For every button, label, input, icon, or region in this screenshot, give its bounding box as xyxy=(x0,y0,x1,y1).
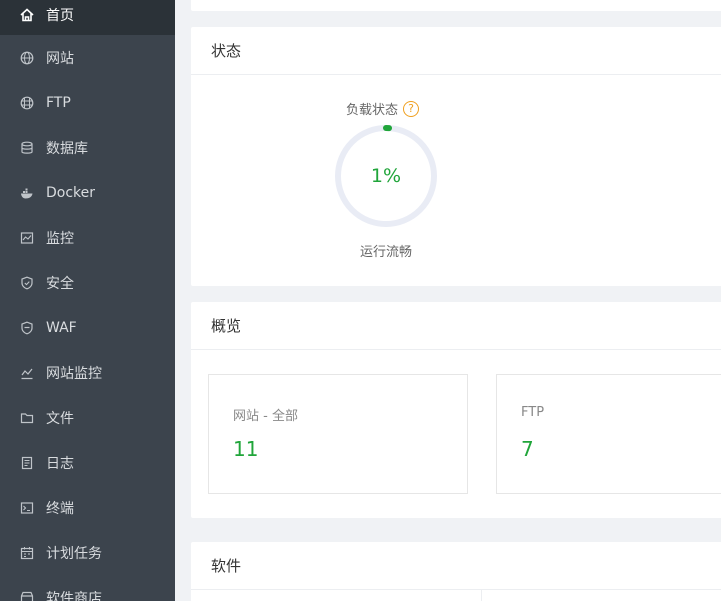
sidebar-item-label: 数据库 xyxy=(46,140,88,157)
sidebar-item-ftp[interactable]: FTP xyxy=(0,80,175,125)
sidebar: 首页 网站 FTP 数据库 Docker 监控 安全 WAF 网站监控 文件 日… xyxy=(0,0,175,601)
store-icon xyxy=(20,591,34,601)
shield-icon xyxy=(20,276,34,290)
sidebar-item-docker[interactable]: Docker xyxy=(0,170,175,215)
monitor-icon xyxy=(20,231,34,245)
terminal-icon xyxy=(20,501,34,515)
load-status-label-text: 负载状态 xyxy=(346,103,399,118)
sidebar-item-label: Docker xyxy=(46,184,96,201)
waf-shield-icon xyxy=(20,321,34,335)
overview-card-title: 概览 xyxy=(191,302,721,350)
overview-box-ftp[interactable]: FTP 7 xyxy=(496,374,721,494)
home-icon xyxy=(20,8,34,22)
overview-box-websites[interactable]: 网站 - 全部 11 xyxy=(208,374,468,494)
overview-box-value[interactable]: 11 xyxy=(233,437,258,461)
sidebar-item-label: 首页 xyxy=(46,8,74,24)
chart-icon xyxy=(20,366,34,380)
top-card xyxy=(191,0,721,11)
sidebar-item-monitor[interactable]: 监控 xyxy=(0,215,175,260)
sidebar-item-site-monitor[interactable]: 网站监控 xyxy=(0,350,175,395)
software-card-title: 软件 xyxy=(191,542,721,590)
globe-icon xyxy=(20,51,34,65)
overview-box-title: FTP xyxy=(521,405,545,420)
sidebar-item-label: 终端 xyxy=(46,500,74,517)
status-card: 状态 负载状态 ? 1% 运行流畅 xyxy=(191,27,721,286)
sidebar-item-files[interactable]: 文件 xyxy=(0,395,175,440)
calendar-icon xyxy=(20,546,34,560)
sidebar-item-terminal[interactable]: 终端 xyxy=(0,485,175,530)
status-card-title: 状态 xyxy=(191,27,721,75)
sidebar-item-label: 计划任务 xyxy=(46,545,102,562)
load-status-label: 负载状态 ? xyxy=(346,99,420,118)
folder-icon xyxy=(20,411,34,425)
load-value: 1% xyxy=(370,165,402,187)
software-card: 软件 xyxy=(191,542,721,601)
overview-box-value[interactable]: 7 xyxy=(521,437,534,461)
sidebar-item-logs[interactable]: 日志 xyxy=(0,440,175,485)
software-divider xyxy=(481,590,482,601)
sidebar-item-home[interactable]: 首页 xyxy=(0,0,175,35)
database-icon xyxy=(20,141,34,155)
sidebar-item-security[interactable]: 安全 xyxy=(0,260,175,305)
globe-icon xyxy=(20,96,34,110)
sidebar-item-label: FTP xyxy=(46,94,71,111)
load-status-text: 运行流畅 xyxy=(359,245,412,260)
sidebar-item-label: 日志 xyxy=(46,455,74,472)
sidebar-item-database[interactable]: 数据库 xyxy=(0,125,175,170)
sidebar-item-label: WAF xyxy=(46,319,77,336)
sidebar-item-label: 网站 xyxy=(46,50,74,67)
docker-icon xyxy=(20,186,34,200)
overview-card: 概览 网站 - 全部 11 FTP 7 xyxy=(191,302,721,518)
sidebar-item-label: 安全 xyxy=(46,275,74,292)
log-icon xyxy=(20,456,34,470)
sidebar-item-label: 监控 xyxy=(46,230,74,247)
sidebar-item-label: 软件商店 xyxy=(46,590,102,601)
sidebar-item-cron[interactable]: 计划任务 xyxy=(0,530,175,575)
main-content: 状态 负载状态 ? 1% 运行流畅 概览 网站 - 全部 11 FTP 7 软件 xyxy=(175,0,721,601)
sidebar-item-website[interactable]: 网站 xyxy=(0,35,175,80)
sidebar-item-label: 文件 xyxy=(46,410,74,427)
help-icon[interactable]: ? xyxy=(403,100,420,117)
sidebar-item-label: 网站监控 xyxy=(46,365,102,382)
sidebar-item-waf[interactable]: WAF xyxy=(0,305,175,350)
sidebar-item-store[interactable]: 软件商店 xyxy=(0,575,175,601)
overview-box-title: 网站 - 全部 xyxy=(233,409,298,424)
